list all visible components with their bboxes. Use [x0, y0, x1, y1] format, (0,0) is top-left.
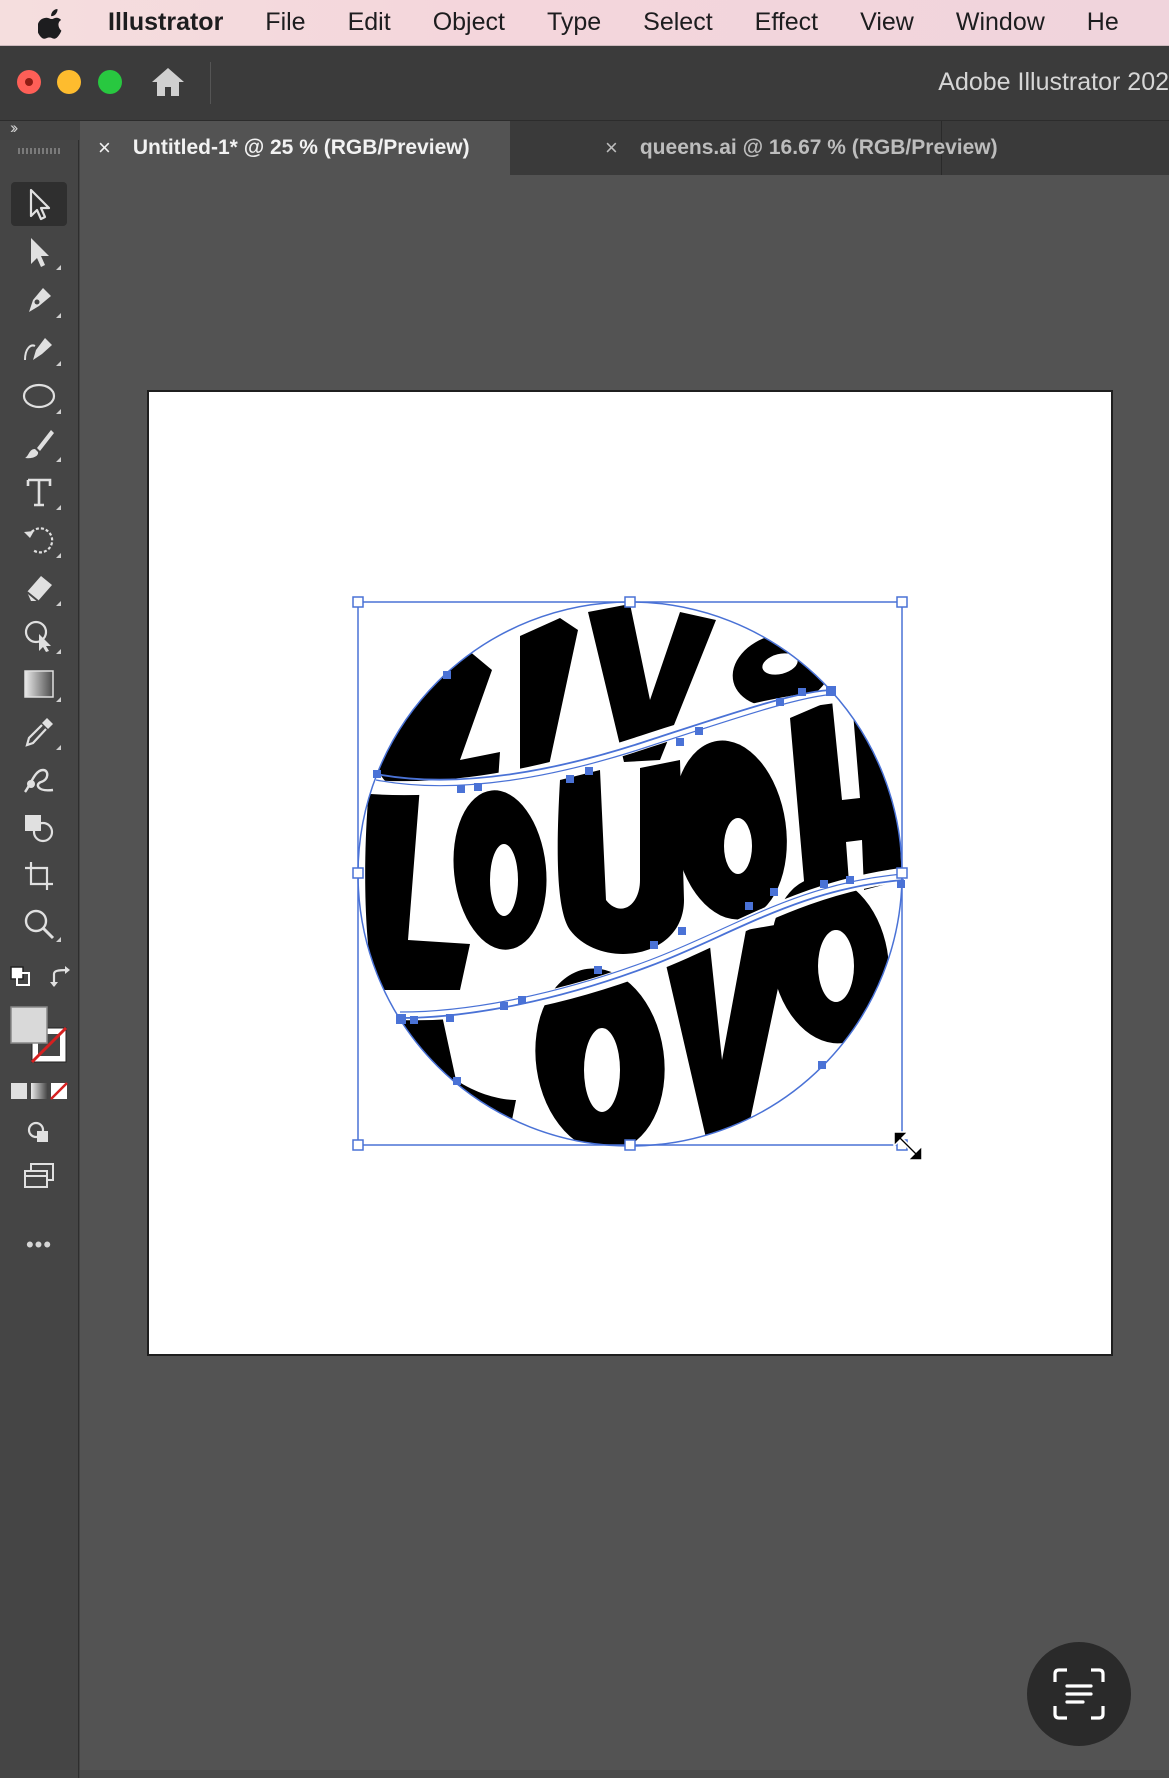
rotate-icon [24, 527, 54, 554]
pen-tool-button[interactable] [11, 278, 67, 322]
text-scan-icon [1053, 1668, 1105, 1720]
tab-label: queens.ai @ 16.67 % (RGB/Preview) [639, 136, 998, 159]
tab-label: Untitled-1* @ 25 % (RGB/Preview) [132, 136, 470, 159]
handle-top-center[interactable] [624, 596, 636, 608]
pen-icon [29, 288, 51, 312]
paintbrush-icon [25, 430, 54, 459]
type-tool-button[interactable] [11, 470, 67, 514]
curvature-tool-button[interactable] [11, 326, 67, 370]
expand-panels-icon[interactable]: ›› [10, 118, 19, 138]
zoom-magnifier-icon [24, 909, 55, 940]
toolbar-grip[interactable] [18, 148, 60, 154]
title-divider [210, 62, 211, 104]
handle-top-left[interactable] [352, 596, 364, 608]
screen-mode-icon [24, 1163, 54, 1188]
eraser-tool-button[interactable] [11, 566, 67, 610]
artboard-icon [25, 862, 53, 890]
ellipse-tool-button[interactable] [11, 374, 67, 418]
shape-builder-tool-button[interactable] [11, 806, 67, 850]
minimize-window-button[interactable] [57, 70, 81, 94]
gradient-icon [24, 670, 54, 698]
eyedropper-icon [25, 718, 53, 747]
handle-top-right[interactable] [896, 596, 908, 608]
puppet-warp-icon [24, 620, 51, 652]
tools-panel: ••• [0, 140, 79, 1778]
menu-window[interactable]: Window [956, 8, 1045, 37]
menu-help[interactable]: He [1087, 8, 1119, 37]
edit-toolbar-button[interactable]: ••• [11, 1230, 67, 1260]
menu-select[interactable]: Select [643, 8, 712, 37]
menu-type[interactable]: Type [547, 8, 601, 37]
handle-middle-left[interactable] [352, 867, 364, 879]
puppet-warp-tool-button[interactable] [11, 614, 67, 658]
direct-selection-tool-button[interactable] [11, 230, 67, 274]
direct-selection-icon [31, 238, 49, 267]
handle-bottom-right[interactable] [896, 1139, 908, 1151]
app-title: Adobe Illustrator 202 [938, 68, 1169, 96]
eyedropper-tool-button[interactable] [11, 710, 67, 754]
eraser-icon [26, 576, 52, 602]
live-text-scan-button[interactable] [1027, 1642, 1131, 1746]
zoom-window-button[interactable] [98, 70, 122, 94]
default-colors-icon[interactable] [10, 966, 32, 988]
apple-icon[interactable] [38, 7, 66, 39]
screen-mode-button[interactable] [11, 1154, 67, 1198]
selection-tool-button[interactable] [11, 182, 67, 226]
blend-icon [24, 768, 54, 793]
swap-colors-icon[interactable] [50, 966, 74, 990]
type-t-icon [26, 478, 52, 507]
gradient-tool-button[interactable] [11, 662, 67, 706]
bottom-status-strip [80, 1770, 1169, 1778]
tab-queens-ai[interactable]: × queens.ai @ 16.67 % (RGB/Preview) [512, 121, 998, 175]
menu-file[interactable]: File [265, 8, 305, 37]
color-mode-buttons[interactable] [10, 1082, 68, 1100]
close-tab-icon[interactable]: × [605, 135, 618, 161]
menu-edit[interactable]: Edit [348, 8, 391, 37]
fill-stroke-swatches[interactable] [10, 1006, 70, 1066]
curvature-pen-icon [24, 338, 52, 361]
handle-bottom-center[interactable] [624, 1139, 636, 1151]
tab-untitled-1[interactable]: × Untitled-1* @ 25 % (RGB/Preview) [80, 121, 510, 175]
blend-tool-button[interactable] [11, 758, 67, 802]
menu-effect[interactable]: Effect [755, 8, 818, 37]
handle-middle-right[interactable] [896, 867, 908, 879]
home-icon[interactable] [150, 65, 186, 99]
document-tab-bar: × Untitled-1* @ 25 % (RGB/Preview) × que… [80, 121, 1169, 175]
handle-bottom-left[interactable] [352, 1139, 364, 1151]
zoom-tool-button[interactable] [11, 902, 67, 946]
close-window-button[interactable] [17, 70, 41, 94]
draw-mode-icon [27, 1121, 48, 1142]
close-tab-icon[interactable]: × [98, 135, 111, 161]
artboard-tool-button[interactable] [11, 854, 67, 898]
rotate-tool-button[interactable] [11, 518, 67, 562]
draw-mode-button[interactable] [11, 1110, 67, 1154]
menu-object[interactable]: Object [433, 8, 505, 37]
shape-builder-icon [25, 815, 54, 843]
menu-app-name[interactable]: Illustrator [108, 8, 223, 37]
paintbrush-tool-button[interactable] [11, 422, 67, 466]
menu-view[interactable]: View [860, 8, 914, 37]
window-title-bar: Adobe Illustrator 202 [0, 46, 1169, 121]
menu-bar: Illustrator File Edit Object Type Select… [0, 0, 1169, 46]
selection-arrow-icon [29, 188, 51, 221]
ellipse-icon [22, 383, 56, 409]
